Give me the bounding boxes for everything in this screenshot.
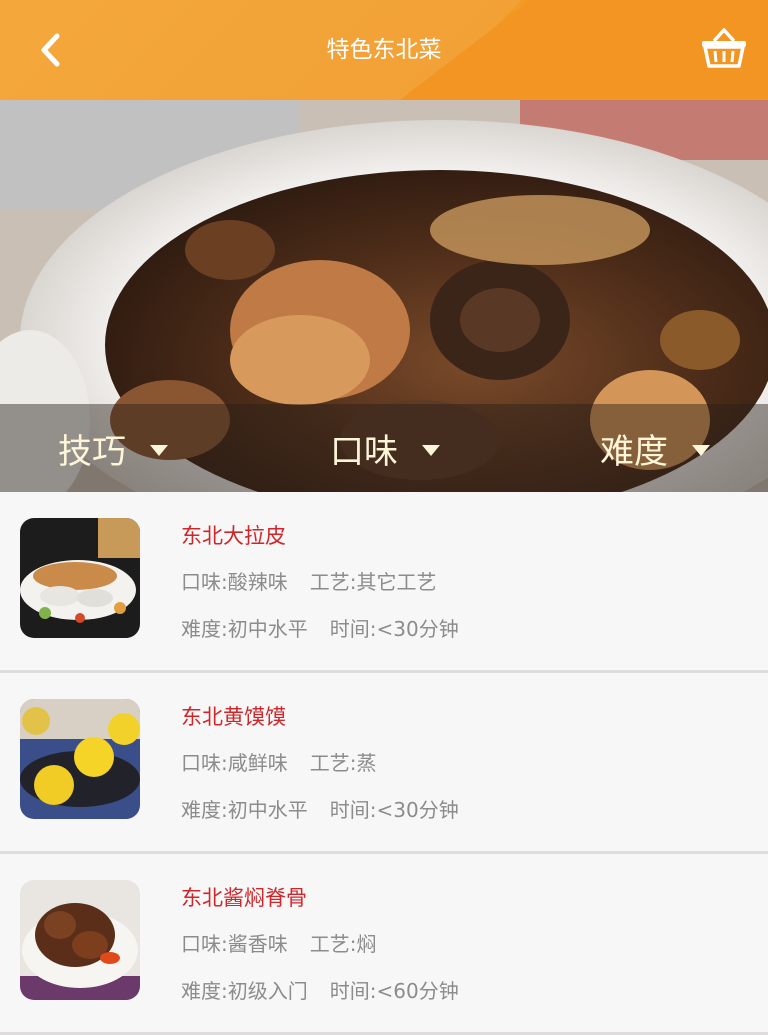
recipe-list: 东北大拉皮 口味:酸辣味 工艺:其它工艺 难度:初中水平 时间:<30分钟 东北黄馍… — [0, 492, 768, 1035]
recipe-meta-2: 难度:初级入门 时间:<60分钟 — [181, 975, 459, 1004]
filter-difficulty-label: 难度 — [600, 431, 668, 472]
recipe-name: 东北黄馍馍 — [181, 705, 286, 729]
app-header — [0, 0, 768, 100]
dropdown-arrow-icon — [150, 444, 168, 456]
recipe-item[interactable]: 东北黄馍馍 口味:咸鲜味 工艺:蒸 难度:初中水平 时间:<30分钟 — [0, 673, 768, 854]
filter-taste[interactable]: 口味 — [330, 404, 440, 492]
recipe-name: 东北大拉皮 — [181, 524, 286, 548]
recipe-taste: 口味:咸鲜味 — [181, 751, 288, 775]
recipe-difficulty: 难度:初中水平 — [181, 798, 308, 822]
recipe-name: 东北酱焖脊骨 — [181, 886, 307, 910]
recipe-time: 时间:<30分钟 — [329, 798, 459, 822]
recipe-time: 时间:<60分钟 — [329, 979, 459, 1003]
filter-skill-label: 技巧 — [58, 431, 126, 472]
recipe-item[interactable]: 东北酱焖脊骨 口味:酱香味 工艺:焖 难度:初级入门 时间:<60分钟 — [0, 854, 768, 1035]
recipe-meta-1: 口味:酱香味 工艺:焖 — [181, 928, 377, 957]
recipe-meta-2: 难度:初中水平 时间:<30分钟 — [181, 613, 459, 642]
filter-skill[interactable]: 技巧 — [58, 404, 168, 492]
basket-button[interactable] — [696, 22, 752, 74]
recipe-difficulty: 难度:初级入门 — [181, 979, 308, 1003]
recipe-difficulty: 难度:初中水平 — [181, 617, 308, 641]
recipe-thumbnail — [20, 880, 140, 1000]
recipe-time: 时间:<30分钟 — [329, 617, 459, 641]
recipe-craft: 工艺:其它工艺 — [309, 570, 437, 594]
dropdown-arrow-icon — [692, 444, 710, 456]
recipe-thumbnail — [20, 518, 140, 638]
recipe-craft: 工艺:蒸 — [309, 751, 377, 775]
recipe-item[interactable]: 东北大拉皮 口味:酸辣味 工艺:其它工艺 难度:初中水平 时间:<30分钟 — [0, 492, 768, 673]
filter-taste-label: 口味 — [330, 431, 398, 472]
recipe-meta-1: 口味:酸辣味 工艺:其它工艺 — [181, 566, 437, 595]
recipe-thumbnail — [20, 699, 140, 819]
dropdown-arrow-icon — [422, 444, 440, 456]
chevron-left-icon — [41, 33, 60, 67]
basket-icon — [702, 28, 746, 68]
recipe-craft: 工艺:焖 — [309, 932, 377, 956]
recipe-taste: 口味:酸辣味 — [181, 570, 288, 594]
recipe-meta-2: 难度:初中水平 时间:<30分钟 — [181, 794, 459, 823]
hero-banner: 技巧 口味 难度 — [0, 100, 768, 492]
back-button[interactable] — [26, 26, 76, 74]
filter-difficulty[interactable]: 难度 — [600, 404, 710, 492]
recipe-meta-1: 口味:咸鲜味 工艺:蒸 — [181, 747, 377, 776]
recipe-taste: 口味:酱香味 — [181, 932, 288, 956]
